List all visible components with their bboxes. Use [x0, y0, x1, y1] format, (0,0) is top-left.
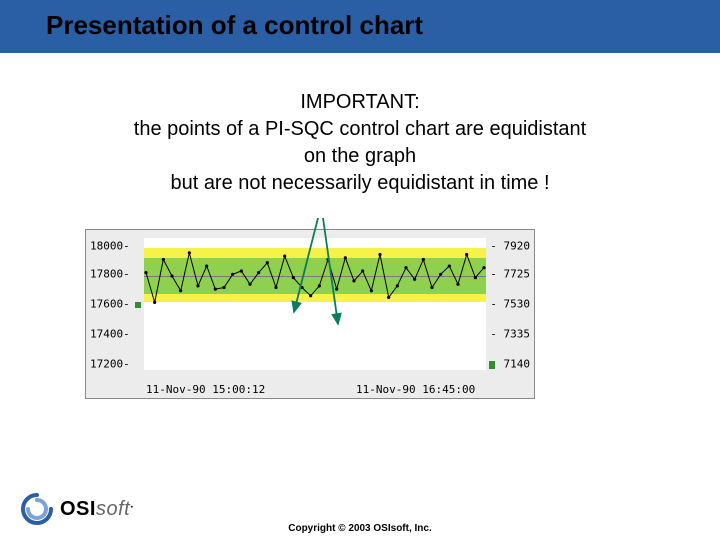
copyright: Copyright © 2003 OSIsoft, Inc.	[0, 523, 720, 534]
x-tick: 11-Nov-90 16:45:00	[356, 383, 475, 396]
y-right-tick: - 7335	[490, 328, 530, 341]
logo-text: OSIsoft.	[60, 498, 134, 521]
y-left-tick: 17400-	[90, 328, 130, 341]
y-left-tick: 17600-	[90, 298, 130, 311]
body-line-1: IMPORTANT:	[60, 89, 660, 116]
y-left-tick: 17200-	[90, 358, 130, 371]
control-chart: 18000- 17800- 17600- 17400- 17200- - 792…	[85, 229, 535, 399]
body-line-2: the points of a PI-SQC control chart are…	[60, 116, 660, 143]
x-tick: 11-Nov-90 15:00:12	[146, 383, 265, 396]
logo-text-osi: OSI	[60, 498, 96, 520]
y-left-tick: 18000-	[90, 240, 130, 253]
y-right-tick: - 7920	[490, 240, 530, 253]
logo-swirl-icon	[20, 492, 54, 526]
body-line-4: but are not necessarily equidistant in t…	[60, 170, 660, 197]
logo-text-soft: soft	[96, 498, 130, 520]
y-left-tick: 17800-	[90, 268, 130, 281]
series-line	[144, 238, 486, 370]
title-bar: Presentation of a control chart	[0, 0, 720, 53]
body-line-3: on the graph	[60, 143, 660, 170]
right-gutter-marker-icon	[489, 361, 495, 369]
body-paragraph: IMPORTANT: the points of a PI-SQC contro…	[60, 89, 660, 197]
y-right-tick: - 7530	[490, 298, 530, 311]
slide-title: Presentation of a control chart	[46, 10, 720, 41]
y-right-tick: - 7140	[490, 358, 530, 371]
y-right-tick: - 7725	[490, 268, 530, 281]
plot-area	[144, 238, 486, 370]
left-gutter-marker-icon	[135, 302, 141, 308]
osisoft-logo: OSIsoft.	[20, 492, 134, 526]
